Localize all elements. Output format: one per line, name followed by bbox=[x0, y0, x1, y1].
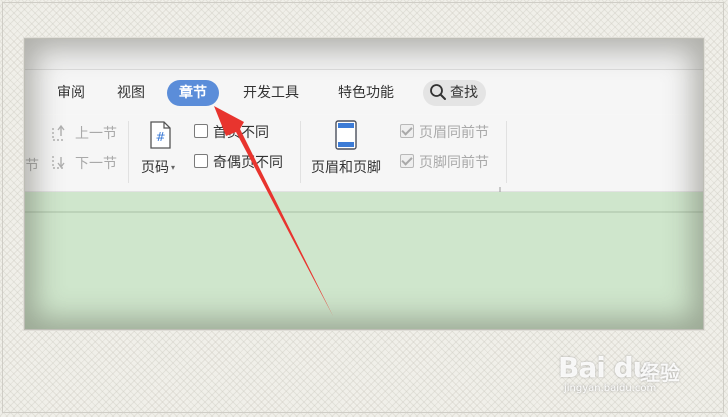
watermark-logo: Bai du bbox=[558, 351, 653, 384]
watermark-url: jingyan.baidu.com bbox=[564, 383, 657, 394]
baidu-jingyan-watermark: Bai du 经验 jingyan.baidu.com bbox=[558, 351, 708, 397]
watermark-title: 经验 bbox=[640, 361, 680, 385]
